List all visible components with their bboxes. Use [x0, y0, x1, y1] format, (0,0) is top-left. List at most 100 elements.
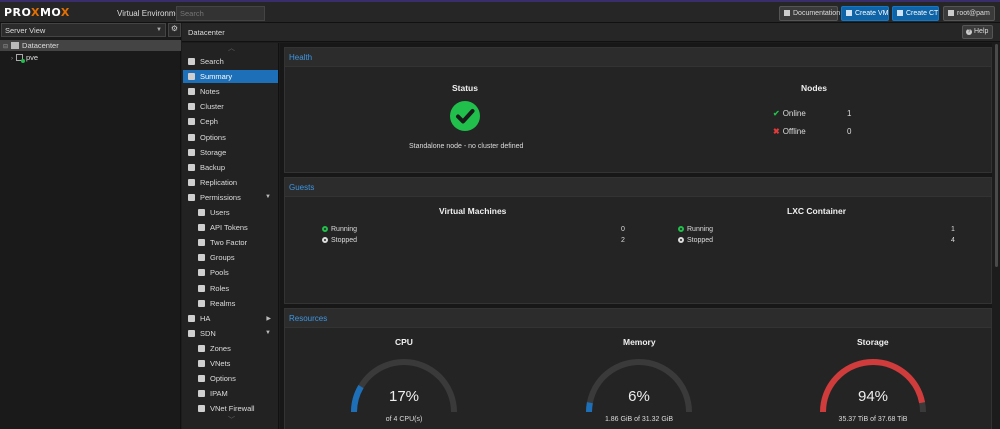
- cube-icon: [897, 10, 903, 16]
- nodes-offline-row: ✖ Offline: [773, 127, 806, 136]
- menu-item-ha[interactable]: HA ▶: [183, 312, 278, 325]
- cpu-gauge: [351, 359, 457, 413]
- gear-icon: ⚙: [170, 24, 179, 33]
- storage-heading: Storage: [857, 337, 889, 347]
- storage-detail: 35.37 TiB of 37.68 TiB: [838, 416, 908, 423]
- question-icon: ?: [966, 29, 972, 35]
- menu-item-notes[interactable]: Notes: [183, 85, 278, 98]
- nodes-heading: Nodes: [801, 83, 827, 93]
- menu-item-label: Ceph: [200, 117, 218, 127]
- tree-expand-icon[interactable]: ›: [11, 56, 13, 62]
- tree-settings-button[interactable]: ⚙: [168, 23, 181, 37]
- users-icon: [198, 254, 205, 262]
- menu-item-permissions[interactable]: Permissions ▼: [183, 191, 278, 204]
- view-selector[interactable]: Server View ▼: [1, 23, 166, 37]
- tree-item-node-pve[interactable]: › pve: [11, 53, 38, 63]
- menu-item-api-tokens[interactable]: API Tokens: [183, 221, 278, 234]
- menu-item-users[interactable]: Users: [183, 206, 278, 219]
- tree-collapse-icon[interactable]: ⊟: [3, 44, 8, 50]
- menu-item-label: Options: [200, 132, 226, 142]
- create-vm-button[interactable]: Create VM: [841, 6, 889, 21]
- menu-item-zones[interactable]: Zones: [183, 342, 278, 355]
- view-selector-value: Server View: [5, 26, 46, 35]
- menu-item-sdn[interactable]: SDN ▼: [183, 327, 278, 340]
- heartbeat-icon: [188, 314, 195, 322]
- menu-item-replication[interactable]: Replication: [183, 176, 278, 189]
- menu-item-storage[interactable]: Storage: [183, 146, 278, 159]
- menu-item-options[interactable]: Options: [183, 131, 278, 144]
- menu-item-label: Permissions: [200, 192, 241, 202]
- chevron-down-icon[interactable]: ▼: [265, 194, 271, 200]
- vm-running-count: 0: [621, 226, 625, 233]
- menu-item-label: Options: [210, 374, 236, 384]
- stopped-status-icon: [678, 237, 684, 243]
- create-ct-button[interactable]: Create CT: [892, 6, 939, 21]
- documentation-button[interactable]: Documentation: [779, 6, 840, 21]
- menu-item-two-factor[interactable]: Two Factor: [183, 236, 278, 249]
- help-button[interactable]: ? Help: [962, 25, 993, 39]
- menu-item-roles[interactable]: Roles: [183, 282, 278, 295]
- logo-x-2: X: [60, 6, 70, 19]
- cpu-detail: of 4 CPU(s): [385, 416, 423, 423]
- content-scrollbar[interactable]: [995, 44, 998, 267]
- menu-item-groups[interactable]: Groups: [183, 251, 278, 264]
- health-panel: Health Status Standalone node - no clust…: [284, 47, 992, 173]
- sticky-note-icon: [188, 88, 195, 96]
- server-icon: [188, 103, 195, 111]
- menu-item-label: Replication: [200, 177, 238, 187]
- logo-x-1: X: [31, 6, 40, 19]
- datacenter-nav-menu: ︿ ﹀ Search Summary Notes Cluster Ceph Options…: [182, 43, 279, 429]
- menu-item-vnet-firewall[interactable]: VNet Firewall: [183, 402, 278, 415]
- gear-icon: [198, 375, 205, 383]
- menu-scroll-down-icon[interactable]: ﹀: [228, 415, 235, 425]
- user-menu-button[interactable]: root@pam: [943, 6, 995, 21]
- vm-stopped-row: Stopped: [322, 237, 357, 244]
- menu-item-ceph[interactable]: Ceph: [183, 115, 278, 128]
- menu-item-summary[interactable]: Summary: [183, 70, 278, 84]
- lxc-running-count: 1: [951, 226, 955, 233]
- floppy-icon: [188, 163, 195, 171]
- user-icon: [948, 10, 954, 16]
- proxmox-logo[interactable]: PROXMOX: [4, 6, 70, 19]
- user-label: root@pam: [957, 10, 990, 17]
- storage-percent: 94%: [857, 388, 889, 405]
- menu-item-ipam[interactable]: IPAM: [183, 387, 278, 400]
- menu-item-options[interactable]: Options: [183, 372, 278, 385]
- menu-item-cluster[interactable]: Cluster: [183, 100, 278, 113]
- cpu-heading: CPU: [395, 337, 413, 347]
- memory-detail: 1.86 GiB of 31.32 GiB: [604, 416, 674, 423]
- global-search-input[interactable]: [176, 6, 265, 21]
- memory-percent: 6%: [628, 388, 650, 405]
- menu-item-realms[interactable]: Realms: [183, 297, 278, 310]
- lxc-stopped-count: 4: [951, 237, 955, 244]
- tree-item-datacenter[interactable]: ⊟ Datacenter: [3, 41, 59, 50]
- menu-scroll-up-icon[interactable]: ︿: [228, 43, 235, 53]
- nodes-offline-count: 0: [847, 127, 852, 136]
- memory-gauge-fill: [586, 402, 593, 413]
- menu-item-label: IPAM: [210, 389, 228, 399]
- menu-item-label: SDN: [200, 328, 216, 338]
- gear-icon: [188, 133, 195, 141]
- menu-item-vnets[interactable]: VNets: [183, 357, 278, 370]
- ceph-icon: [188, 118, 195, 126]
- chevron-down-icon[interactable]: ▼: [265, 330, 271, 336]
- menu-item-label: Summary: [200, 72, 233, 82]
- times-icon: ✖: [773, 127, 780, 136]
- lxc-stopped-row: Stopped: [678, 237, 713, 244]
- ipam-icon: [198, 390, 205, 398]
- chevron-right-icon[interactable]: ▶: [266, 315, 271, 322]
- th-icon: [198, 344, 205, 352]
- menu-item-label: Notes: [200, 87, 220, 97]
- desktop-icon: [846, 10, 852, 16]
- guests-panel: Guests Virtual Machines Running 0 Stoppe…: [284, 177, 992, 304]
- breadcrumb: Datacenter: [188, 28, 225, 37]
- menu-item-backup[interactable]: Backup: [183, 161, 278, 174]
- database-icon: [188, 148, 195, 156]
- menu-item-pools[interactable]: Pools: [183, 266, 278, 279]
- breadcrumb-bar: Datacenter ? Help: [182, 23, 1000, 42]
- retweet-icon: [188, 178, 195, 186]
- help-label: Help: [974, 28, 989, 35]
- status-ok-icon: [450, 101, 480, 131]
- menu-item-search[interactable]: Search: [183, 55, 278, 68]
- menu-item-label: Two Factor: [210, 238, 248, 248]
